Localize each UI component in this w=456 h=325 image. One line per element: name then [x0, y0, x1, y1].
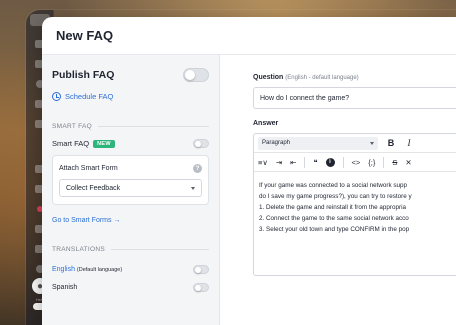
language-row-english[interactable]: English (Default language)	[52, 265, 209, 274]
section-divider	[110, 249, 209, 250]
smart-faq-toggle[interactable]	[193, 139, 209, 148]
answer-text-area[interactable]: If your game was connected to a social n…	[254, 172, 456, 275]
toolbar-divider	[304, 156, 306, 168]
smart-faq-label: Smart FAQ	[52, 139, 90, 148]
code-icon[interactable]: <>	[352, 158, 361, 167]
answer-line: 3. Select your old town and type CONFIRM…	[259, 226, 410, 233]
chevron-down-icon	[370, 141, 374, 145]
language-toggle-english[interactable]	[193, 265, 209, 274]
answer-editor[interactable]: Paragraph B I ≡∨ ⇥ ⇤ ❝ i <> {;} S ✕ If y…	[253, 133, 456, 276]
smart-faq-section-label: SMART FAQ	[52, 123, 93, 130]
new-faq-panel: New FAQ Publish FAQ Schedule FAQ SMART F…	[42, 17, 456, 325]
toolbar-divider	[342, 156, 344, 168]
italic-button[interactable]: I	[404, 138, 414, 148]
smart-faq-label-group: Smart FAQ NEW	[52, 139, 115, 148]
answer-line: 1. Delete the game and reinstall it from…	[259, 204, 407, 211]
answer-label: Answer	[253, 120, 279, 127]
new-badge: NEW	[93, 139, 115, 148]
paragraph-style-value: Paragraph	[262, 140, 291, 146]
help-icon[interactable]: ?	[193, 164, 202, 173]
code-block-icon[interactable]: {;}	[368, 158, 375, 167]
editor-toolbar-top: Paragraph B I	[254, 134, 456, 153]
translations-section-title: TRANSLATIONS	[52, 246, 209, 253]
schedule-faq-link[interactable]: Schedule FAQ	[52, 92, 209, 101]
question-language-note: (English - default language)	[285, 75, 359, 81]
language-toggle-spanish[interactable]	[193, 283, 209, 292]
chevron-down-icon	[191, 186, 195, 190]
paragraph-style-select[interactable]: Paragraph	[258, 136, 378, 150]
content-column: Question (English - default language) Ho…	[220, 55, 456, 325]
publish-faq-label: Publish FAQ	[52, 69, 115, 81]
smart-faq-section-title: SMART FAQ	[52, 123, 209, 130]
section-divider	[98, 126, 209, 127]
panel-header: New FAQ	[42, 17, 456, 55]
answer-line: 2. Connect the game to the same social n…	[259, 215, 409, 222]
attach-form-label: Attach Smart Form	[59, 165, 118, 172]
toolbar-divider	[383, 156, 385, 168]
question-input[interactable]: How do I connect the game?	[253, 87, 456, 109]
language-name: Spanish	[52, 284, 78, 291]
smart-form-select[interactable]: Collect Feedback	[59, 179, 202, 197]
clock-icon	[52, 92, 61, 101]
go-to-smart-forms-link[interactable]: Go to Smart Forms →	[52, 217, 209, 224]
publish-faq-toggle[interactable]	[183, 68, 209, 82]
indent-icon[interactable]: ⇥	[276, 158, 282, 167]
answer-line: do I save my game progress?), you can tr…	[259, 193, 412, 200]
question-label: Question (English - default language)	[253, 74, 446, 81]
smart-form-selected-value: Collect Feedback	[66, 184, 121, 192]
attach-form-header: Attach Smart Form ?	[59, 164, 202, 173]
question-label-text: Question	[253, 74, 284, 81]
answer-line: If your game was connected to a social n…	[259, 182, 408, 189]
outdent-icon[interactable]: ⇤	[290, 158, 296, 167]
language-label-group: English (Default language)	[52, 266, 122, 273]
strikethrough-icon[interactable]: S	[392, 158, 397, 167]
bold-button[interactable]: B	[386, 138, 396, 148]
attach-form-box: Attach Smart Form ? Collect Feedback	[52, 155, 209, 205]
language-note: (Default language)	[76, 267, 123, 273]
publish-row: Publish FAQ	[52, 68, 209, 82]
language-row-spanish[interactable]: Spanish	[52, 283, 209, 292]
align-menu-icon[interactable]: ≡∨	[258, 158, 268, 167]
page-title: New FAQ	[56, 28, 114, 43]
language-name: English	[52, 266, 75, 273]
translations-section-label: TRANSLATIONS	[52, 246, 105, 253]
smart-faq-row: Smart FAQ NEW	[52, 139, 209, 148]
info-icon[interactable]: i	[325, 157, 335, 167]
schedule-faq-label: Schedule FAQ	[65, 92, 114, 101]
clear-format-icon[interactable]: ✕	[405, 158, 411, 167]
editor-toolbar-bottom: ≡∨ ⇥ ⇤ ❝ i <> {;} S ✕	[254, 153, 456, 172]
quote-icon[interactable]: ❝	[313, 158, 317, 167]
settings-column: Publish FAQ Schedule FAQ SMART FAQ Smart…	[42, 55, 220, 325]
